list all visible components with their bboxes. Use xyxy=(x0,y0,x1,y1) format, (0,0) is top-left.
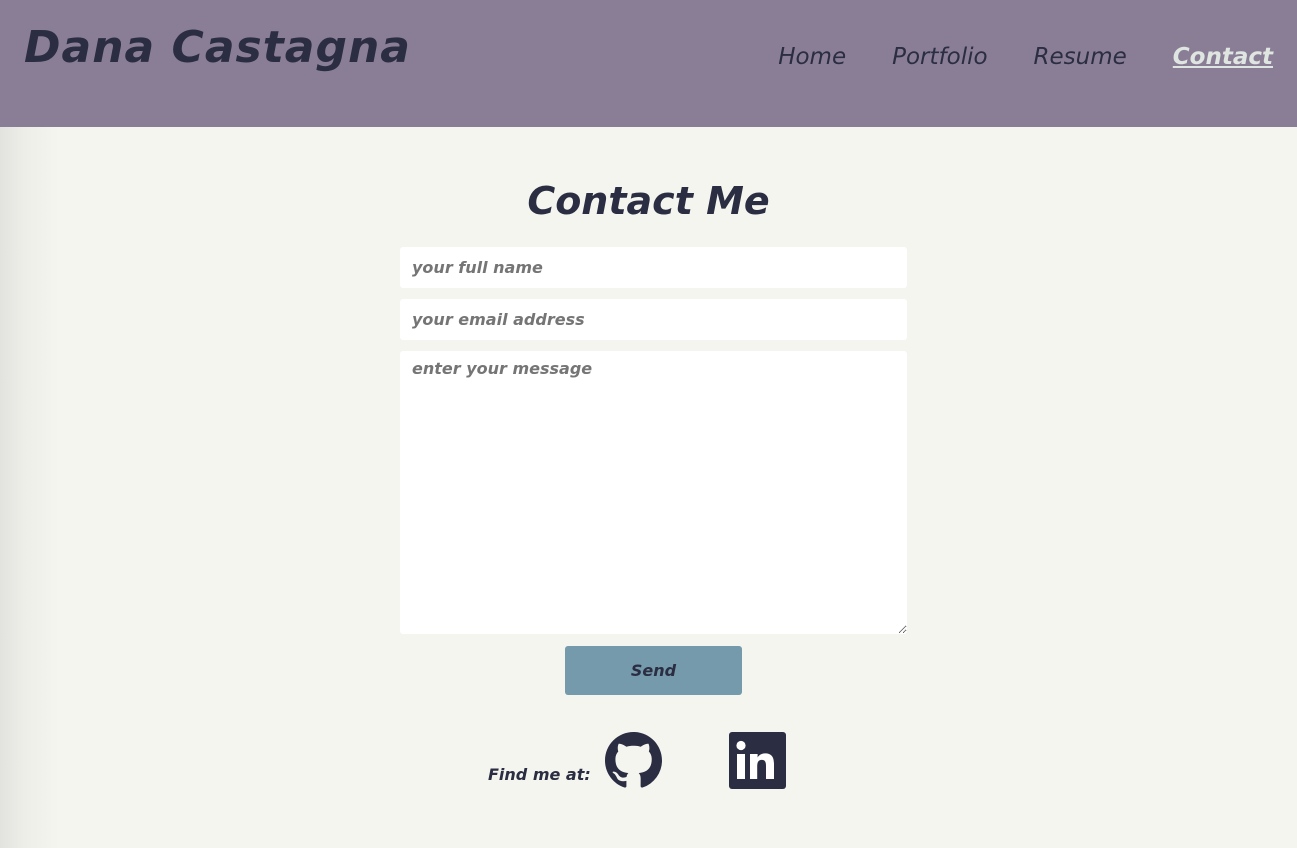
page-title: Contact Me xyxy=(527,179,770,223)
contact-section: Contact Me Send Find me at: xyxy=(0,127,1297,848)
site-header: Dana Castagna Home Portfolio Resume Cont… xyxy=(0,0,1297,127)
email-input[interactable] xyxy=(400,299,907,340)
send-button[interactable]: Send xyxy=(565,646,742,695)
linkedin-icon xyxy=(729,732,786,789)
main-nav: Home Portfolio Resume Contact xyxy=(778,44,1273,70)
nav-portfolio[interactable]: Portfolio xyxy=(892,44,987,70)
find-me-label: Find me at: xyxy=(488,765,591,784)
nav-resume[interactable]: Resume xyxy=(1034,44,1127,70)
message-textarea[interactable] xyxy=(400,351,907,634)
github-icon xyxy=(605,732,662,788)
github-link[interactable] xyxy=(605,732,662,789)
name-input[interactable] xyxy=(400,247,907,288)
nav-contact[interactable]: Contact xyxy=(1173,44,1273,70)
site-title: Dana Castagna xyxy=(24,22,411,73)
linkedin-link[interactable] xyxy=(729,732,786,789)
nav-home[interactable]: Home xyxy=(778,44,846,70)
